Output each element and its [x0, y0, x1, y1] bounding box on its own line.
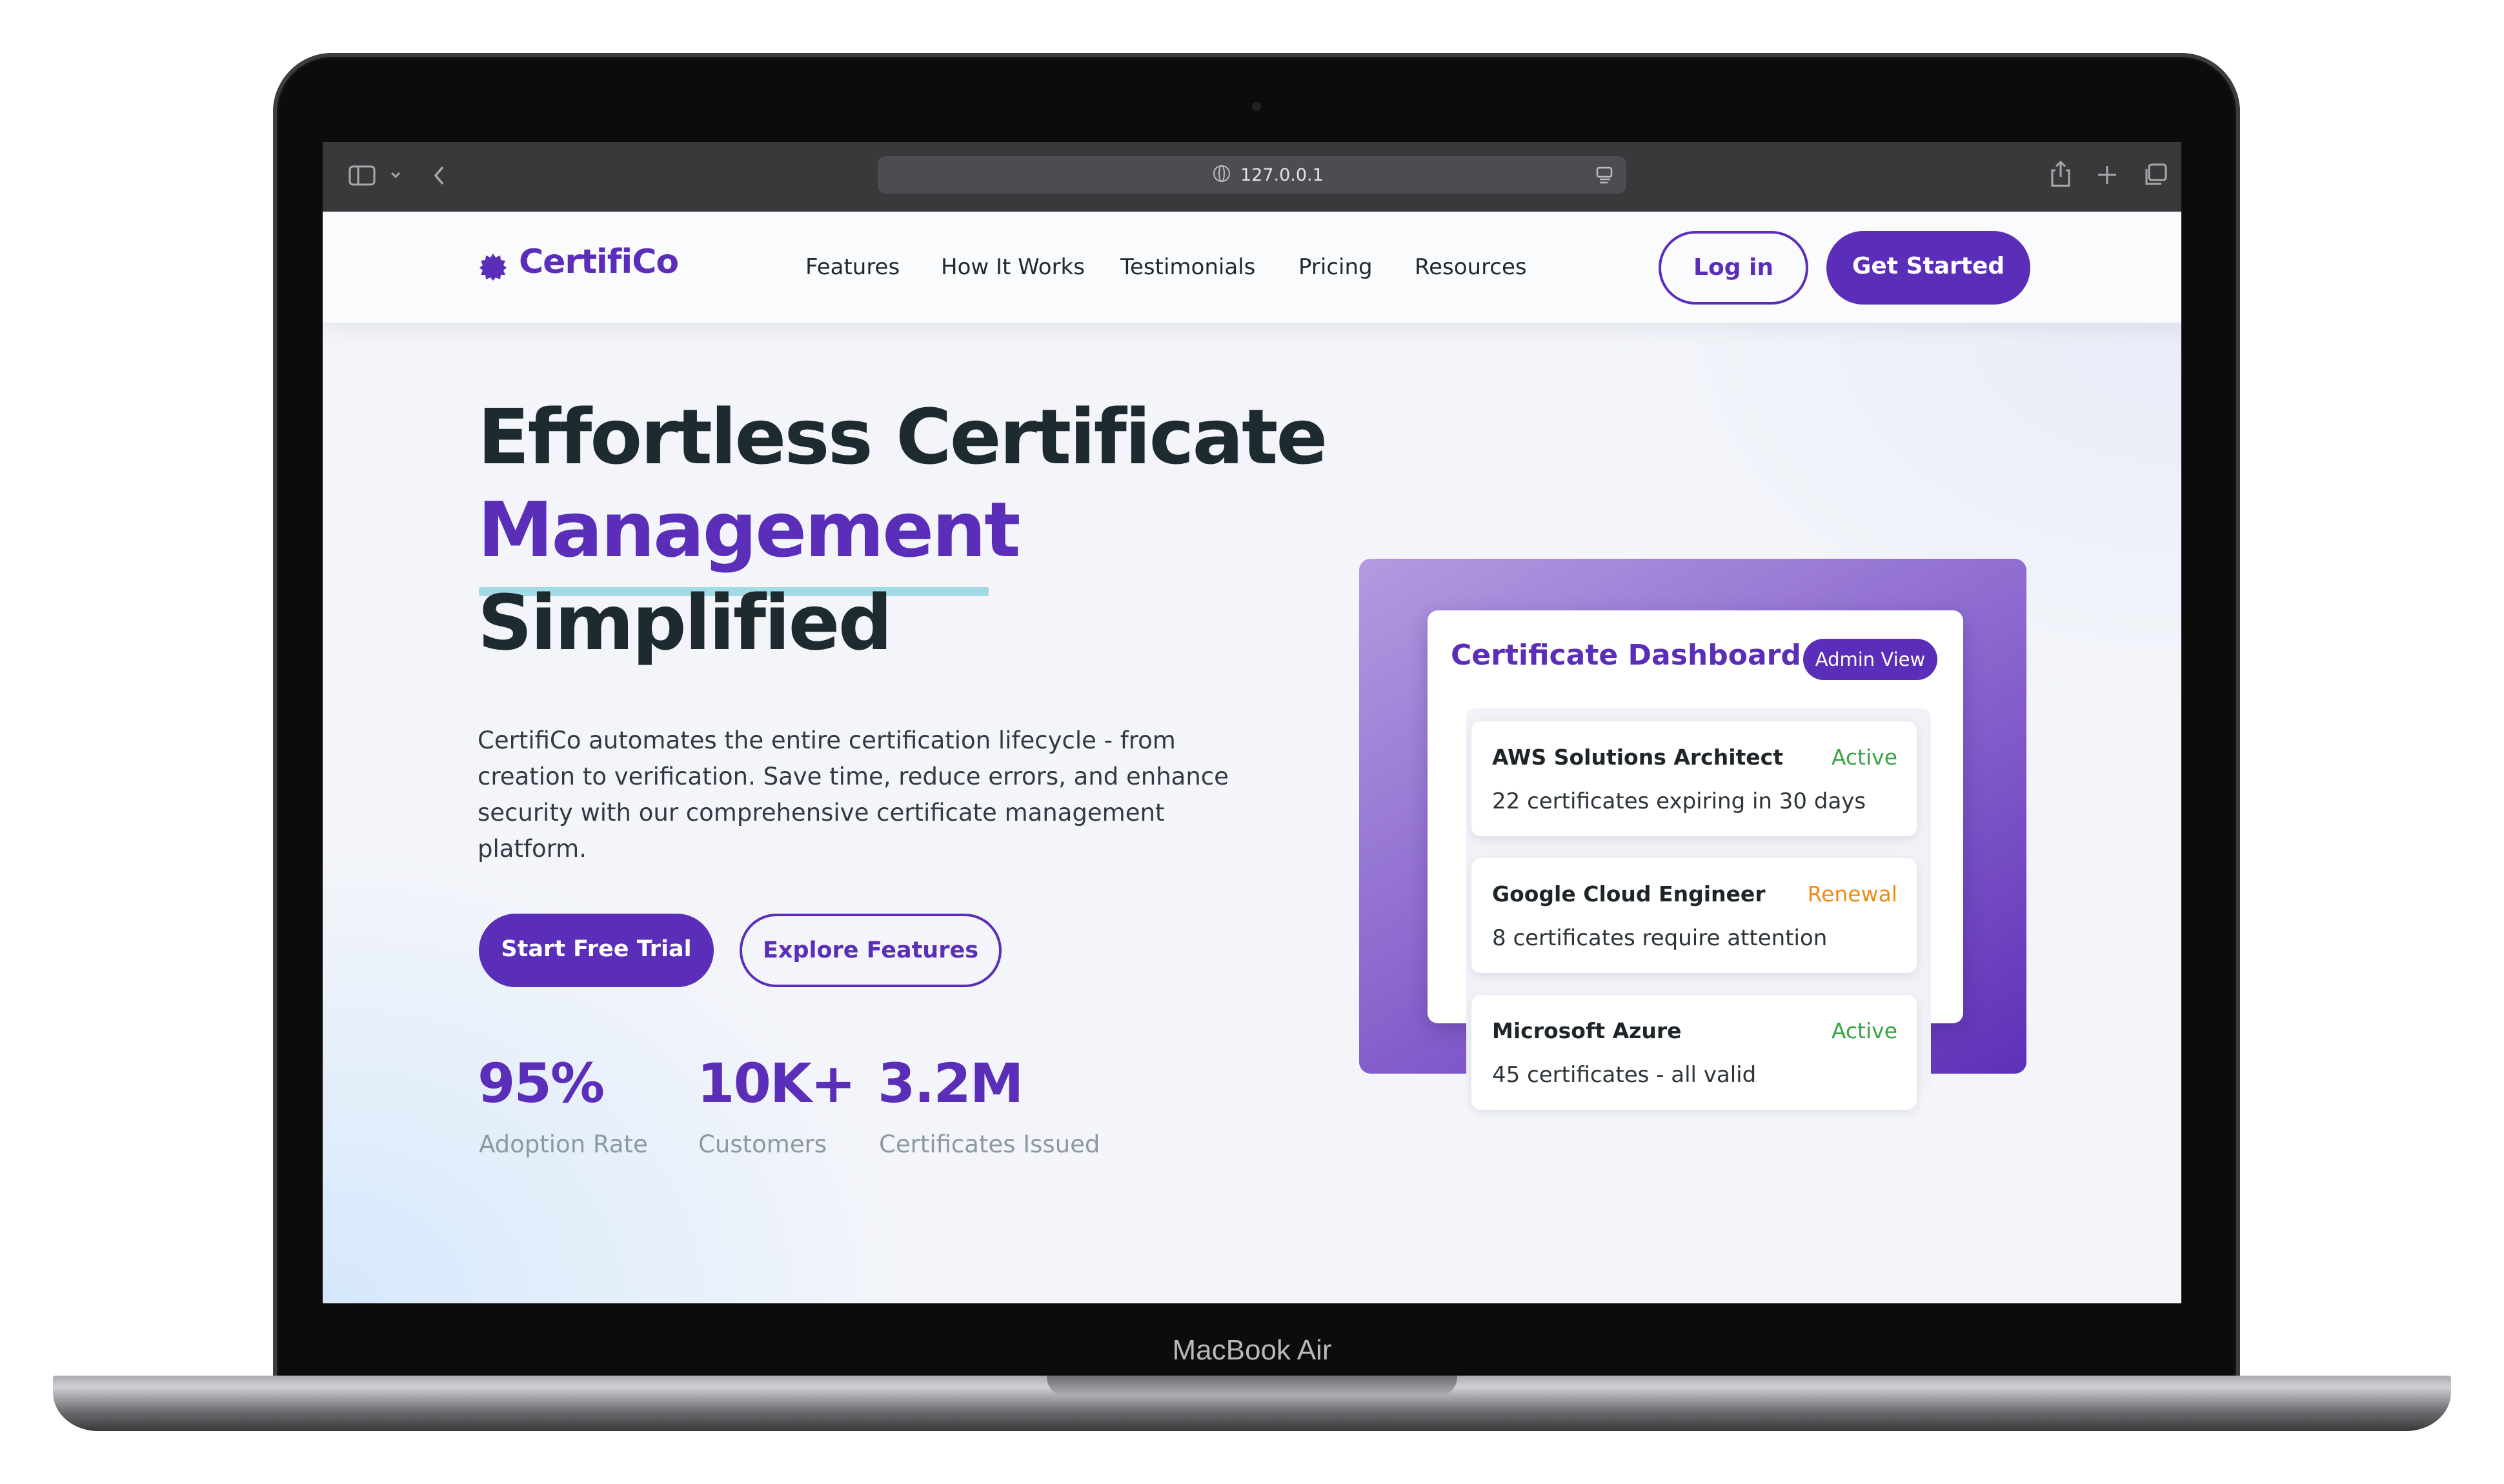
stat-certificates-label: Certificates Issued	[879, 1130, 1100, 1158]
login-button[interactable]: Log in	[1659, 231, 1808, 305]
certificate-status: Active	[1831, 745, 1897, 770]
back-arrow-icon[interactable]	[432, 164, 447, 187]
nav-link-how-it-works[interactable]: How It Works	[941, 254, 1085, 280]
sidebar-toggle-icon[interactable]	[348, 164, 376, 187]
certificate-name: Microsoft Azure	[1492, 1018, 1682, 1043]
nav-link-testimonials[interactable]: Testimonials	[1120, 254, 1255, 280]
laptop-hinge-notch	[1047, 1376, 1457, 1396]
certificate-description: 45 certificates - all valid	[1492, 1062, 1757, 1088]
laptop-screen: 127.0.0.1 CertifiCo Features How It Work…	[323, 142, 2181, 1303]
reader-icon[interactable]	[1595, 165, 1615, 185]
certificate-description: 22 certificates expiring in 30 days	[1492, 788, 1866, 814]
nav-link-resources[interactable]: Resources	[1415, 254, 1527, 280]
url-text: 127.0.0.1	[1240, 165, 1324, 185]
hero-title-line3: Simplified	[478, 578, 893, 667]
start-free-trial-button[interactable]: Start Free Trial	[479, 914, 714, 987]
address-bar[interactable]: 127.0.0.1	[878, 156, 1626, 194]
site-header: CertifiCo Features How It Works Testimon…	[323, 212, 2181, 323]
stat-adoption-value: 95%	[478, 1052, 605, 1115]
nav-link-pricing[interactable]: Pricing	[1298, 254, 1373, 280]
globe-icon	[1213, 165, 1230, 182]
stat-adoption-label: Adoption Rate	[479, 1130, 648, 1158]
brand-logo[interactable]: CertifiCo	[519, 243, 679, 281]
browser-toolbar: 127.0.0.1	[323, 142, 2181, 212]
stat-customers-label: Customers	[698, 1130, 827, 1158]
certificate-status: Renewal	[1807, 881, 1897, 907]
certificate-item[interactable]: AWS Solutions Architect Active 22 certif…	[1471, 721, 1917, 836]
certificate-item[interactable]: Google Cloud Engineer Renewal 8 certific…	[1471, 858, 1917, 973]
certificate-badge-icon	[480, 254, 507, 281]
tab-overview-icon[interactable]	[2143, 163, 2168, 187]
certificate-description: 8 certificates require attention	[1492, 925, 1828, 951]
dashboard-title: Certificate Dashboard	[1451, 639, 1801, 672]
hero-description: CertifiCo automates the entire certifica…	[478, 727, 1229, 863]
stat-certificates-value: 3.2M	[878, 1052, 1024, 1115]
stat-customers-value: 10K+	[697, 1052, 856, 1115]
certificate-item[interactable]: Microsoft Azure Active 45 certificates -…	[1471, 995, 1917, 1110]
explore-features-button[interactable]: Explore Features	[740, 914, 1002, 987]
camera-icon	[1252, 102, 1261, 111]
certificate-name: AWS Solutions Architect	[1492, 745, 1784, 770]
admin-view-badge: Admin View	[1803, 639, 1937, 680]
nav-link-features[interactable]: Features	[805, 254, 900, 280]
hero-title-line1: Effortless Certificate	[478, 392, 1328, 481]
certificate-status: Active	[1831, 1018, 1897, 1043]
hero-title-highlight: Management	[478, 485, 1021, 574]
share-icon[interactable]	[2050, 159, 2072, 188]
get-started-button[interactable]: Get Started	[1826, 231, 2030, 305]
new-tab-icon[interactable]	[2096, 164, 2118, 186]
chevron-down-icon[interactable]	[390, 170, 401, 179]
device-model-label: MacBook Air	[1172, 1334, 1332, 1366]
certificate-name: Google Cloud Engineer	[1492, 881, 1766, 907]
